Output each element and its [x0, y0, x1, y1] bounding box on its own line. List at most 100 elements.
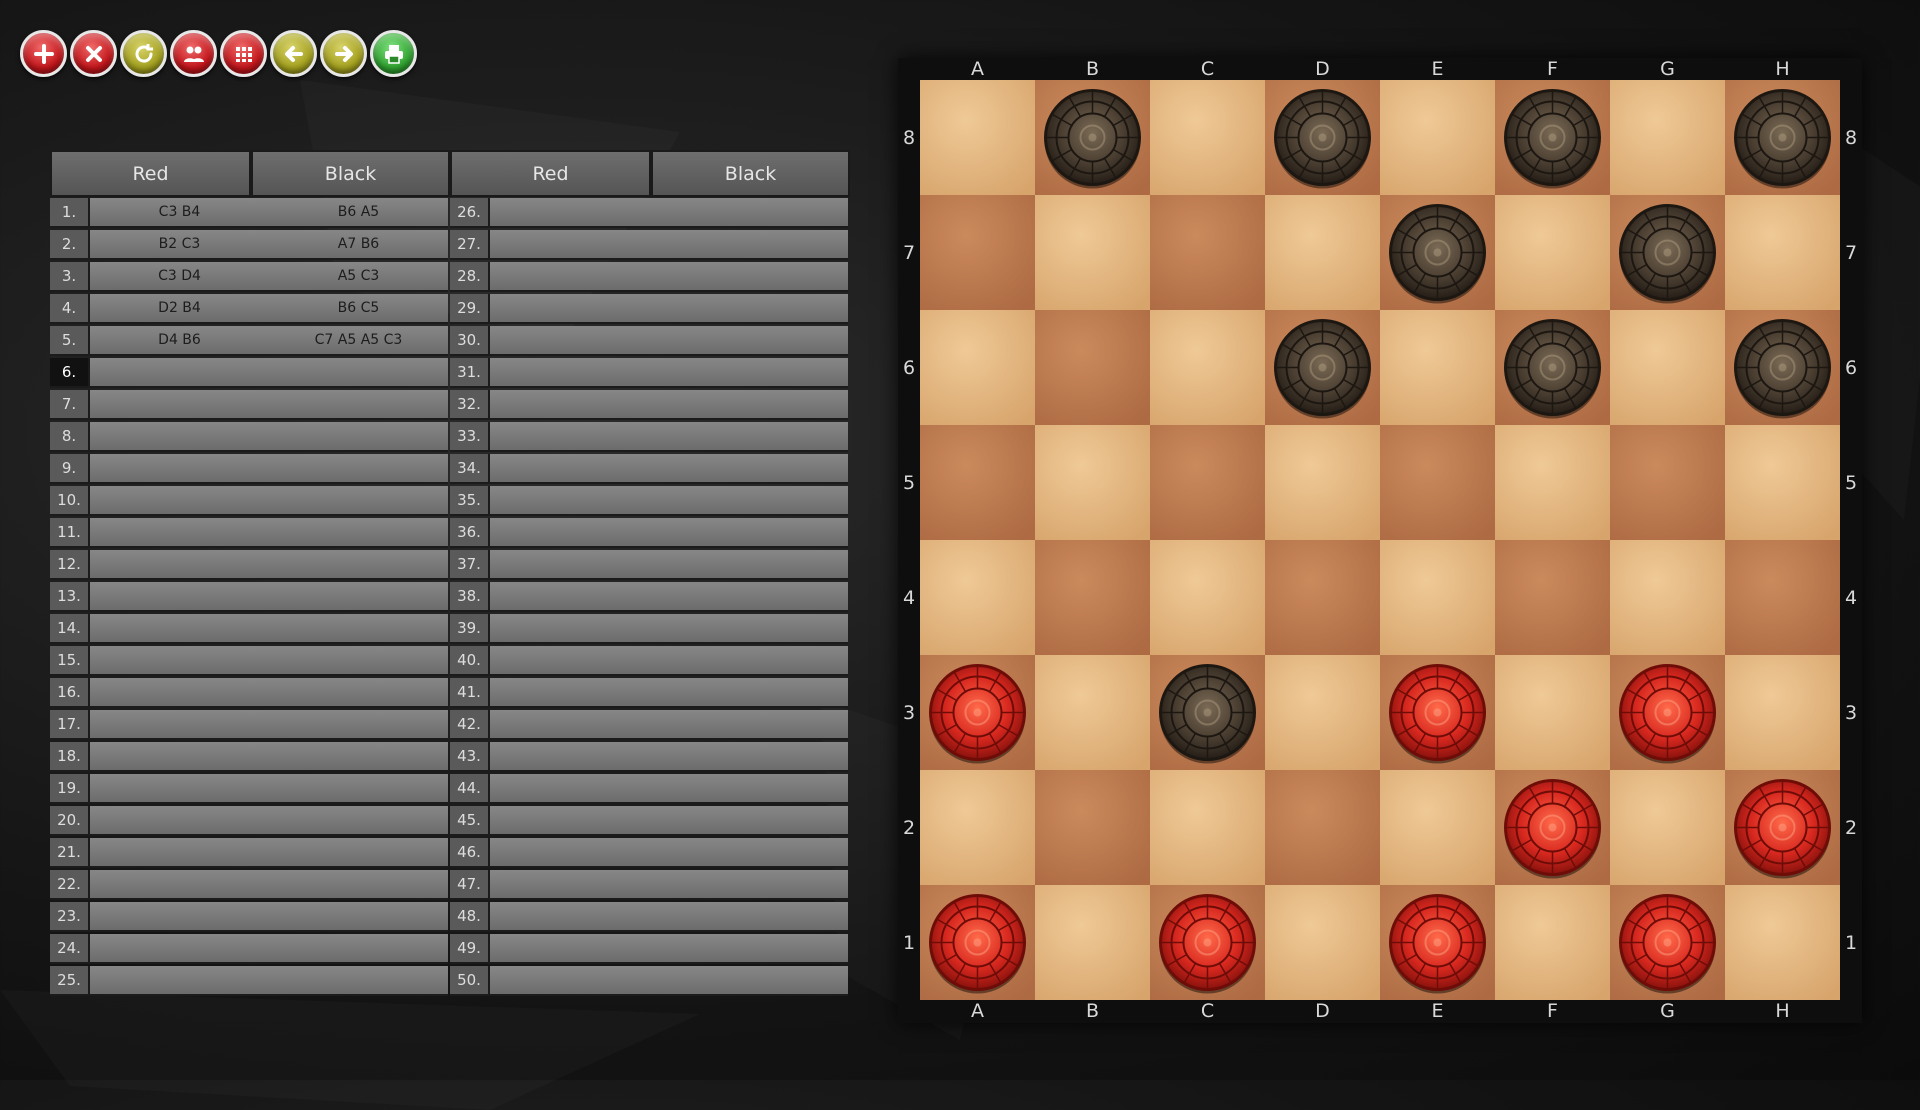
- square-G4[interactable]: [1610, 540, 1725, 655]
- move-row[interactable]: 40.: [450, 646, 848, 678]
- square-C7[interactable]: [1150, 195, 1265, 310]
- square-H5[interactable]: [1725, 425, 1840, 540]
- square-B6[interactable]: [1035, 310, 1150, 425]
- move-cells[interactable]: [88, 742, 448, 772]
- move-cells[interactable]: [488, 390, 848, 420]
- move-row[interactable]: 23.: [50, 902, 448, 934]
- checkers-board[interactable]: [920, 80, 1840, 1000]
- move-cells[interactable]: [88, 390, 448, 420]
- move-row[interactable]: 43.: [450, 742, 848, 774]
- red-piece-G1[interactable]: [1619, 894, 1716, 994]
- move-cells[interactable]: [88, 582, 448, 612]
- move-row[interactable]: 14.: [50, 614, 448, 646]
- move-cells[interactable]: [488, 358, 848, 388]
- move-cells[interactable]: [88, 710, 448, 740]
- square-F3[interactable]: [1495, 655, 1610, 770]
- move-row[interactable]: 11.: [50, 518, 448, 550]
- move-cells[interactable]: C3 D4 A5 C3: [88, 262, 448, 292]
- square-D1[interactable]: [1265, 885, 1380, 1000]
- move-cells[interactable]: [88, 550, 448, 580]
- move-cells[interactable]: [488, 326, 848, 356]
- red-piece-E3[interactable]: [1389, 664, 1486, 764]
- players-button[interactable]: [170, 30, 217, 77]
- move-row[interactable]: 12.: [50, 550, 448, 582]
- square-E4[interactable]: [1380, 540, 1495, 655]
- move-row[interactable]: 7.: [50, 390, 448, 422]
- red-piece-A1[interactable]: [929, 894, 1026, 994]
- square-B3[interactable]: [1035, 655, 1150, 770]
- move-row[interactable]: 39.: [450, 614, 848, 646]
- move-row[interactable]: 36.: [450, 518, 848, 550]
- move-row[interactable]: 48.: [450, 902, 848, 934]
- square-A7[interactable]: [920, 195, 1035, 310]
- square-B5[interactable]: [1035, 425, 1150, 540]
- move-row[interactable]: 20.: [50, 806, 448, 838]
- square-C2[interactable]: [1150, 770, 1265, 885]
- move-row[interactable]: 3. C3 D4 A5 C3: [50, 262, 448, 294]
- new-game-button[interactable]: [20, 30, 67, 77]
- move-cells[interactable]: [88, 518, 448, 548]
- move-row[interactable]: 16.: [50, 678, 448, 710]
- move-cells[interactable]: [88, 838, 448, 868]
- move-row[interactable]: 22.: [50, 870, 448, 902]
- move-cells[interactable]: C3 B4 B6 A5: [88, 198, 448, 228]
- black-piece-E7[interactable]: [1389, 204, 1486, 304]
- move-row[interactable]: 32.: [450, 390, 848, 422]
- move-cells[interactable]: [488, 710, 848, 740]
- move-row[interactable]: 26.: [450, 198, 848, 230]
- move-row[interactable]: 34.: [450, 454, 848, 486]
- move-row[interactable]: 10.: [50, 486, 448, 518]
- square-B1[interactable]: [1035, 885, 1150, 1000]
- print-button[interactable]: [370, 30, 417, 77]
- move-cells[interactable]: D4 B6 C7 A5 A5 C3: [88, 326, 448, 356]
- square-B7[interactable]: [1035, 195, 1150, 310]
- move-cells[interactable]: [88, 934, 448, 964]
- square-D3[interactable]: [1265, 655, 1380, 770]
- move-row[interactable]: 46.: [450, 838, 848, 870]
- black-piece-D6[interactable]: [1274, 319, 1371, 419]
- move-cells[interactable]: [488, 678, 848, 708]
- square-E8[interactable]: [1380, 80, 1495, 195]
- square-C6[interactable]: [1150, 310, 1265, 425]
- move-cells[interactable]: [88, 678, 448, 708]
- square-G6[interactable]: [1610, 310, 1725, 425]
- close-button[interactable]: [70, 30, 117, 77]
- restart-button[interactable]: [120, 30, 167, 77]
- move-cells[interactable]: [488, 614, 848, 644]
- move-row[interactable]: 38.: [450, 582, 848, 614]
- square-F7[interactable]: [1495, 195, 1610, 310]
- move-row[interactable]: 50.: [450, 966, 848, 998]
- red-piece-F2[interactable]: [1504, 779, 1601, 879]
- move-cells[interactable]: [88, 870, 448, 900]
- move-cells[interactable]: [488, 294, 848, 324]
- move-row[interactable]: 17.: [50, 710, 448, 742]
- red-piece-E1[interactable]: [1389, 894, 1486, 994]
- move-cells[interactable]: [88, 422, 448, 452]
- redo-button[interactable]: [320, 30, 367, 77]
- move-cells[interactable]: D2 B4 B6 C5: [88, 294, 448, 324]
- square-A5[interactable]: [920, 425, 1035, 540]
- move-row[interactable]: 41.: [450, 678, 848, 710]
- move-row[interactable]: 13.: [50, 582, 448, 614]
- move-cells[interactable]: B2 C3 A7 B6: [88, 230, 448, 260]
- move-cells[interactable]: [488, 198, 848, 228]
- move-cells[interactable]: [88, 806, 448, 836]
- move-row[interactable]: 5. D4 B6 C7 A5 A5 C3: [50, 326, 448, 358]
- black-piece-D8[interactable]: [1274, 89, 1371, 189]
- move-row[interactable]: 33.: [450, 422, 848, 454]
- move-row[interactable]: 29.: [450, 294, 848, 326]
- square-D7[interactable]: [1265, 195, 1380, 310]
- move-cells[interactable]: [488, 646, 848, 676]
- move-cells[interactable]: [88, 614, 448, 644]
- move-row[interactable]: 28.: [450, 262, 848, 294]
- square-G5[interactable]: [1610, 425, 1725, 540]
- move-row[interactable]: 1. C3 B4 B6 A5: [50, 198, 448, 230]
- move-cells[interactable]: [488, 582, 848, 612]
- move-cells[interactable]: [88, 486, 448, 516]
- move-row[interactable]: 21.: [50, 838, 448, 870]
- square-F5[interactable]: [1495, 425, 1610, 540]
- move-row[interactable]: 31.: [450, 358, 848, 390]
- square-G2[interactable]: [1610, 770, 1725, 885]
- move-row[interactable]: 35.: [450, 486, 848, 518]
- square-H3[interactable]: [1725, 655, 1840, 770]
